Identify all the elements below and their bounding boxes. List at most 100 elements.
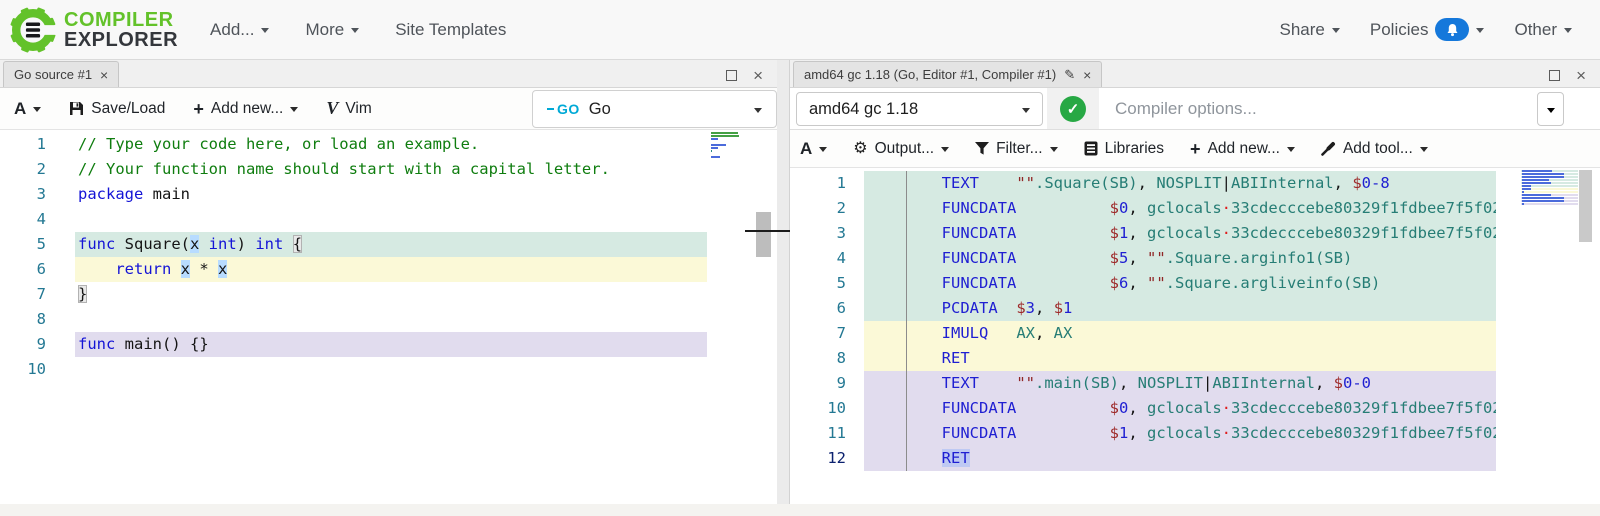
maximize-icon[interactable] xyxy=(726,70,737,81)
minimap-line xyxy=(1521,185,1578,187)
add-tool-button[interactable]: Add tool... xyxy=(1321,140,1428,158)
maximize-icon[interactable] xyxy=(1549,70,1560,81)
chevron-down-icon xyxy=(1287,147,1295,152)
code-line[interactable]: FUNCDATA $6, "".Square.argliveinfo(SB) xyxy=(864,271,1496,296)
code-line[interactable]: // Your function name should start with … xyxy=(75,157,707,182)
rename-pencil-icon[interactable]: ✎ xyxy=(1064,67,1075,83)
chevron-down-icon xyxy=(1022,108,1030,113)
code-line[interactable] xyxy=(75,357,707,382)
bell-icon xyxy=(1446,23,1459,37)
font-size-button[interactable]: A xyxy=(800,139,827,159)
add-new-button[interactable]: + Add new... xyxy=(193,100,298,118)
menu-other[interactable]: Other xyxy=(1514,20,1572,40)
gear-icon: ⚙ xyxy=(853,141,867,157)
indent-guide xyxy=(906,171,907,471)
app-title: COMPILER EXPLORER xyxy=(64,10,178,50)
save-load-button[interactable]: Save/Load xyxy=(69,100,165,118)
compiler-select[interactable]: amd64 gc 1.18 xyxy=(796,92,1043,126)
output-button[interactable]: ⚙ Output... xyxy=(853,140,949,158)
source-editor[interactable]: 12345678910 // Type your code here, or l… xyxy=(0,130,777,504)
chevron-down-icon xyxy=(754,108,762,113)
splitter-drag-handle[interactable] xyxy=(745,230,790,232)
line-number: 2 xyxy=(0,157,46,182)
code-line[interactable]: func main() {} xyxy=(75,332,707,357)
minimap-line xyxy=(710,156,742,158)
compile-status-zone: ✓ xyxy=(1047,88,1099,129)
code-area[interactable]: TEXT "".Square(SB), NOSPLIT|ABIInternal,… xyxy=(864,168,1496,471)
pane-splitter[interactable] xyxy=(777,60,789,516)
code-line[interactable]: // Type your code here, or load an examp… xyxy=(75,132,707,157)
source-toolbar: A Save/Load + Add new... xyxy=(0,88,777,130)
code-line[interactable]: FUNCDATA $5, "".Square.arginfo1(SB) xyxy=(864,246,1496,271)
code-line[interactable] xyxy=(75,207,707,232)
language-select[interactable]: GO Go xyxy=(532,90,777,128)
code-line[interactable]: TEXT "".Square(SB), NOSPLIT|ABIInternal,… xyxy=(864,171,1496,196)
navbar-menu-right: Share Policies Other xyxy=(1280,18,1573,41)
code-area[interactable]: // Type your code here, or load an examp… xyxy=(75,130,707,382)
close-icon[interactable]: × xyxy=(753,70,763,81)
compiler-tabstrip: amd64 gc 1.18 (Go, Editor #1, Compiler #… xyxy=(790,60,1600,88)
line-number: 4 xyxy=(790,246,846,271)
code-line[interactable]: func Square(x int) int { xyxy=(75,232,707,257)
code-line[interactable]: } xyxy=(75,282,707,307)
chevron-down-icon xyxy=(1547,108,1555,113)
code-line[interactable]: PCDATA $3, $1 xyxy=(864,296,1496,321)
line-number-gutter: 123456789101112 xyxy=(790,168,846,471)
code-line[interactable] xyxy=(75,307,707,332)
minimap[interactable] xyxy=(1521,170,1578,206)
scrollbar-thumb[interactable] xyxy=(756,212,771,257)
tab-compiler-output[interactable]: amd64 gc 1.18 (Go, Editor #1, Compiler #… xyxy=(793,61,1102,87)
minimap[interactable] xyxy=(710,132,742,162)
code-line[interactable]: package main xyxy=(75,182,707,207)
chevron-down-icon xyxy=(941,147,949,152)
tab-go-source[interactable]: Go source #1 × xyxy=(3,61,119,87)
line-number: 3 xyxy=(0,182,46,207)
chevron-down-icon xyxy=(1476,28,1484,33)
menu-site-templates[interactable]: Site Templates xyxy=(395,20,506,40)
workspace: Go source #1 × × A xyxy=(0,60,1600,516)
code-line[interactable]: IMULQ AX, AX xyxy=(864,321,1496,346)
options-dropdown-button[interactable] xyxy=(1537,92,1564,126)
code-line[interactable]: RET xyxy=(864,346,1496,371)
filter-button[interactable]: Filter... xyxy=(975,140,1058,158)
code-line[interactable]: FUNCDATA $1, gclocals·33cdecccebe80329f1… xyxy=(864,421,1496,446)
compiler-toolbar: A ⚙ Output... Filter... xyxy=(790,130,1600,168)
line-number: 11 xyxy=(790,421,846,446)
assembly-output-editor[interactable]: 123456789101112 TEXT "".Square(SB), NOSP… xyxy=(790,168,1600,504)
floppy-disk-icon xyxy=(69,101,84,116)
plus-icon: + xyxy=(193,102,204,116)
minimap-line xyxy=(710,135,742,137)
chevron-down-icon xyxy=(351,28,359,33)
notification-badge[interactable] xyxy=(1435,18,1469,41)
minimap-line xyxy=(710,144,742,146)
scrollbar-thumb[interactable] xyxy=(1579,170,1592,242)
add-new-button[interactable]: + Add new... xyxy=(1190,140,1295,158)
code-line[interactable]: return x * x xyxy=(75,257,707,282)
chevron-down-icon xyxy=(33,107,41,112)
code-line[interactable]: FUNCDATA $0, gclocals·33cdecccebe80329f1… xyxy=(864,396,1496,421)
code-line[interactable]: FUNCDATA $0, gclocals·33cdecccebe80329f1… xyxy=(864,196,1496,221)
libraries-button[interactable]: Libraries xyxy=(1084,140,1164,158)
vim-toggle-button[interactable]: V Vim xyxy=(326,98,371,119)
minimap-line xyxy=(1521,197,1578,199)
app-logo[interactable]: COMPILER EXPLORER xyxy=(10,7,178,53)
close-icon[interactable]: × xyxy=(1083,67,1091,83)
menu-add[interactable]: Add... xyxy=(210,20,269,40)
minimap-line xyxy=(1521,188,1578,190)
menu-policies[interactable]: Policies xyxy=(1370,18,1485,41)
line-number: 7 xyxy=(790,321,846,346)
code-line[interactable]: RET xyxy=(864,446,1496,471)
menu-more[interactable]: More xyxy=(305,20,359,40)
code-line[interactable]: FUNCDATA $1, gclocals·33cdecccebe80329f1… xyxy=(864,221,1496,246)
menu-share[interactable]: Share xyxy=(1280,20,1340,40)
compiler-options-input[interactable] xyxy=(1099,88,1536,129)
close-icon[interactable]: × xyxy=(100,67,108,83)
close-icon[interactable]: × xyxy=(1576,70,1586,81)
window-bottom-strip xyxy=(0,504,1600,516)
line-number: 9 xyxy=(790,371,846,396)
line-number: 6 xyxy=(790,296,846,321)
compiler-explorer-app: COMPILER EXPLORER Add... More Site Templ… xyxy=(0,0,1600,516)
code-line[interactable]: TEXT "".main(SB), NOSPLIT|ABIInternal, $… xyxy=(864,371,1496,396)
font-size-button[interactable]: A xyxy=(14,99,41,119)
top-navbar: COMPILER EXPLORER Add... More Site Templ… xyxy=(0,0,1600,60)
